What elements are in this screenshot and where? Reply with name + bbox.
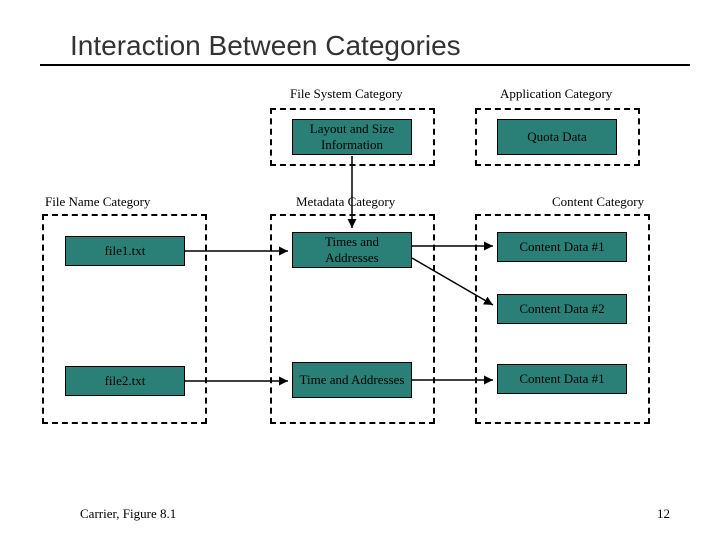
box-file2: file2.txt bbox=[65, 366, 185, 396]
title-underline bbox=[40, 64, 690, 66]
footer-caption: Carrier, Figure 8.1 bbox=[80, 506, 176, 522]
label-file-name: File Name Category bbox=[45, 194, 150, 210]
page-number: 12 bbox=[657, 506, 670, 522]
box-times1: Times and Addresses bbox=[292, 232, 412, 268]
box-content1a: Content Data #1 bbox=[497, 232, 627, 262]
box-content2: Content Data #2 bbox=[497, 294, 627, 324]
label-metadata: Metadata Category bbox=[296, 194, 395, 210]
label-file-system: File System Category bbox=[290, 86, 403, 102]
box-content1b: Content Data #1 bbox=[497, 364, 627, 394]
label-content: Content Category bbox=[552, 194, 644, 210]
slide-title: Interaction Between Categories bbox=[70, 30, 670, 62]
box-layout-size: Layout and Size Information bbox=[292, 119, 412, 155]
box-times2: Time and Addresses bbox=[292, 362, 412, 398]
box-file1: file1.txt bbox=[65, 236, 185, 266]
box-quota-data: Quota Data bbox=[497, 119, 617, 155]
diagram-stage: File System Category Application Categor… bbox=[60, 86, 670, 466]
label-application: Application Category bbox=[500, 86, 612, 102]
